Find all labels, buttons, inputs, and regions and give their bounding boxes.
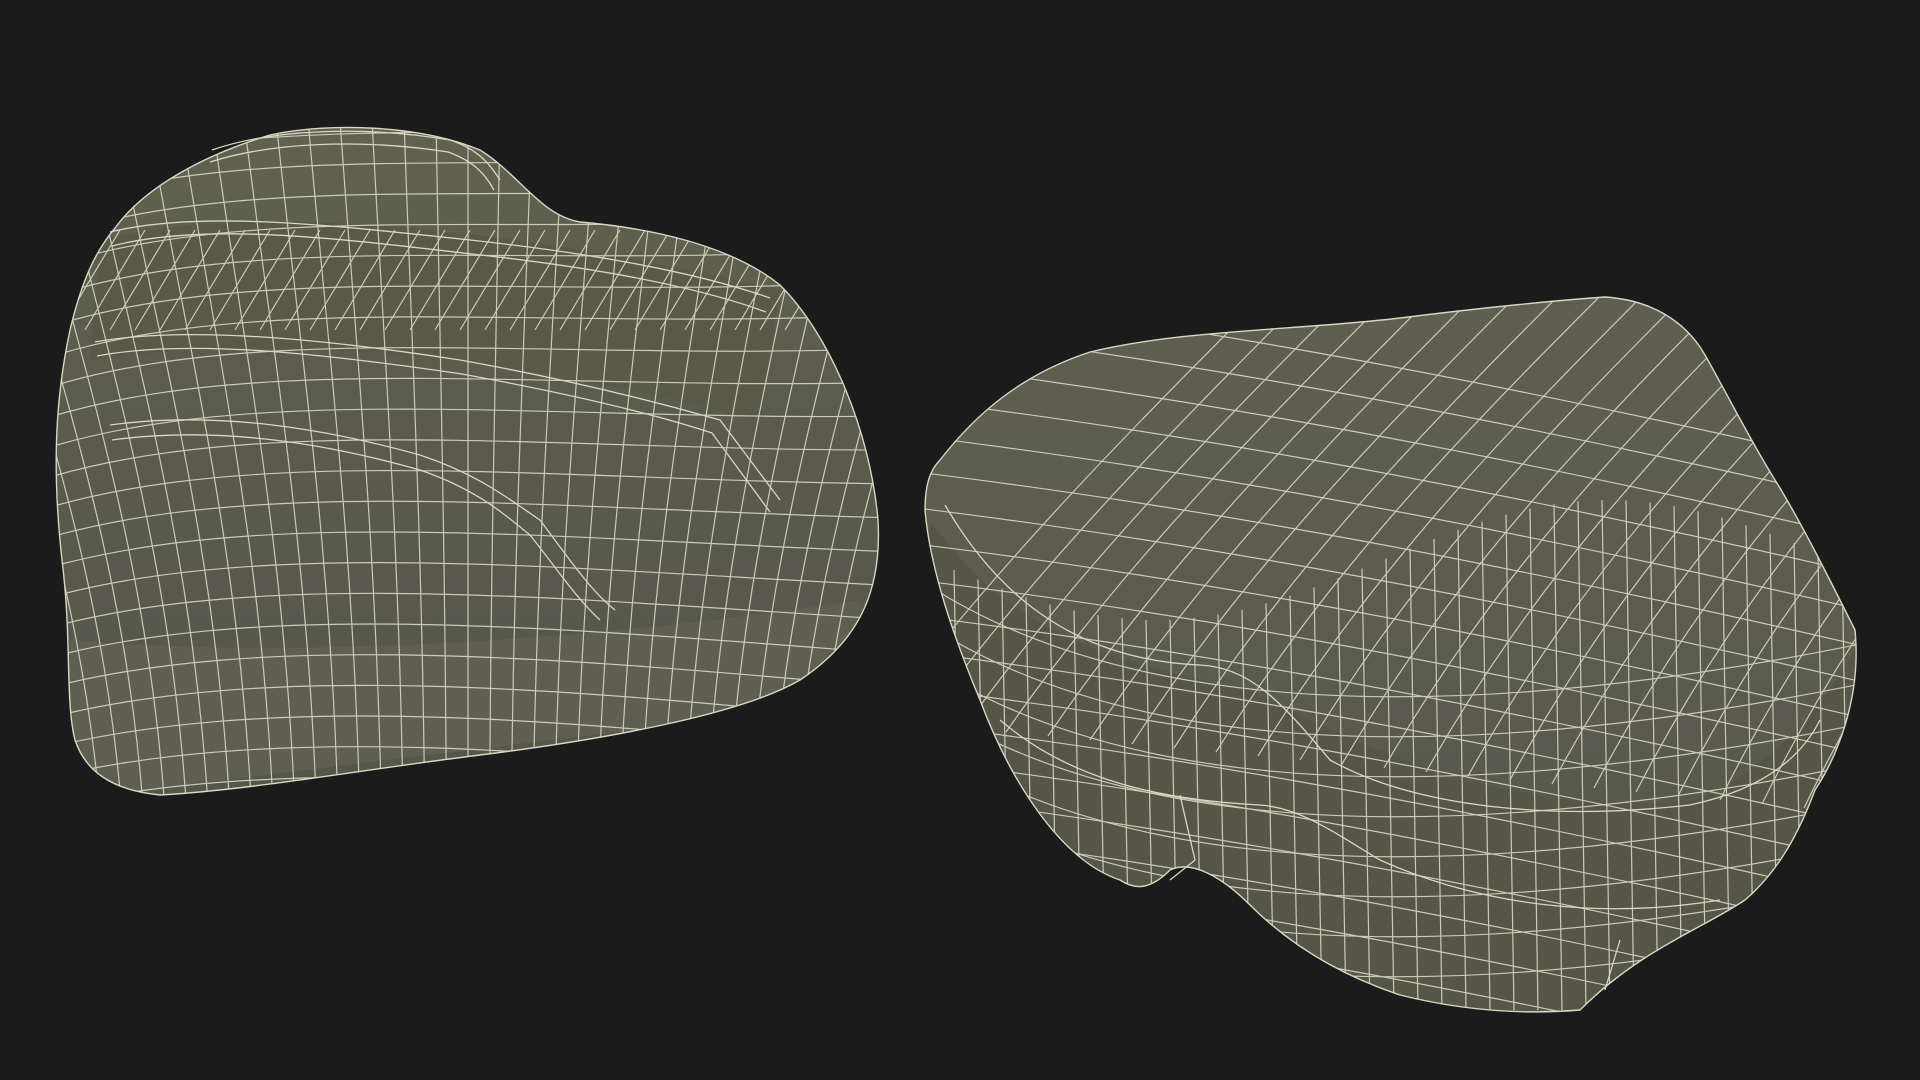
render-canvas [55, 126, 1857, 1013]
wireframe-model-right [924, 296, 1857, 1013]
wireframe-model-left [55, 126, 880, 796]
render-viewport [0, 0, 1920, 1080]
